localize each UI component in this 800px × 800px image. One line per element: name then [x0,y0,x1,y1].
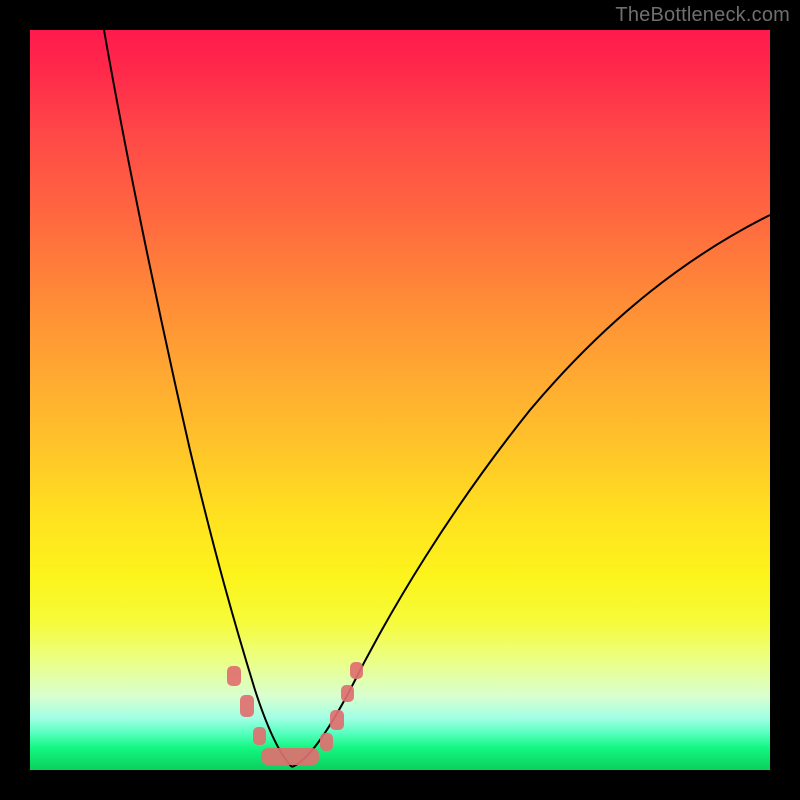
marker-point [341,685,354,702]
right-curve [292,215,770,767]
watermark-text: TheBottleneck.com [615,4,790,27]
left-curve [104,30,292,767]
plot-area [30,30,770,770]
marker-point [227,666,241,686]
marker-point [330,710,344,730]
marker-point [350,662,363,679]
marker-point [253,727,266,745]
chart-frame: TheBottleneck.com [0,0,800,800]
curve-layer [30,30,770,770]
marker-point [320,733,333,751]
marker-point [240,695,254,717]
marker-bar [261,748,319,765]
